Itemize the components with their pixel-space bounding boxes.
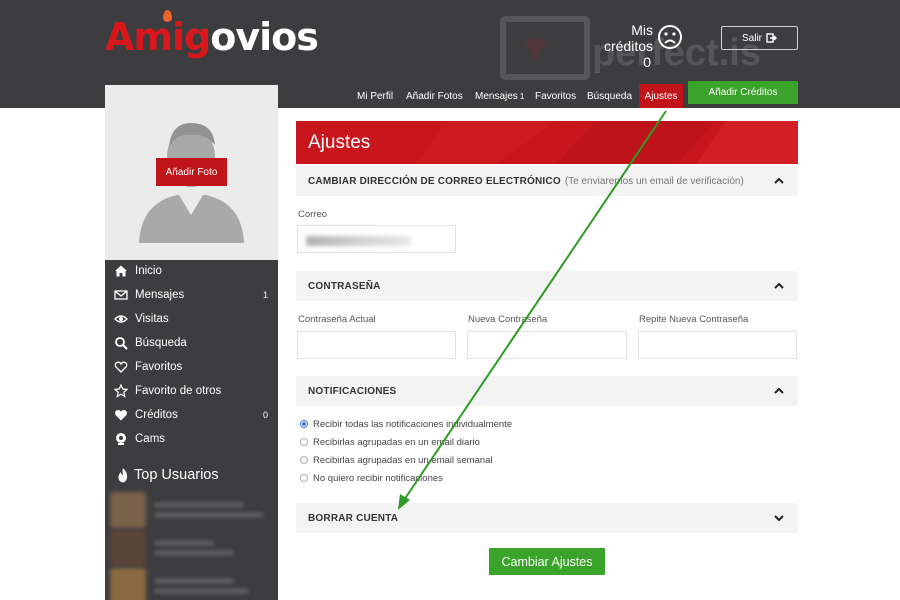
messages-count: 1 <box>262 290 268 300</box>
current-password-label: Contraseña Actual <box>298 314 376 325</box>
add-credits-button[interactable]: Añadir Créditos <box>688 81 798 104</box>
envelope-icon <box>114 290 128 300</box>
notification-option-weekly[interactable]: Recibirlas agrupadas en un email semanal <box>300 453 493 467</box>
nav-ajustes[interactable]: Ajustes <box>639 84 683 108</box>
top-user-item[interactable] <box>110 530 273 566</box>
top-user-item[interactable] <box>110 492 273 528</box>
current-password-field[interactable] <box>297 331 456 359</box>
notification-option-daily[interactable]: Recibirlas agrupadas en un email diario <box>300 435 480 449</box>
sidebar-item-mensajes[interactable]: Mensajes 1 <box>105 285 278 305</box>
top-user-item[interactable] <box>110 568 273 600</box>
banner-pattern <box>416 121 798 164</box>
page-banner: Ajustes <box>296 121 798 164</box>
avatar <box>110 568 146 600</box>
new-password-field[interactable] <box>467 331 627 359</box>
new-password-label: Nueva Contraseña <box>468 314 548 325</box>
sidebar-item-busqueda[interactable]: Búsqueda <box>105 333 278 353</box>
sidebar-item-creditos[interactable]: Créditos 0 <box>105 405 278 425</box>
nav-busqueda[interactable]: Búsqueda <box>587 90 632 104</box>
email-label: Correo <box>298 209 328 220</box>
email-field[interactable] <box>297 225 456 253</box>
save-settings-button[interactable]: Cambiar Ajustes <box>489 548 605 575</box>
chevron-up-icon <box>774 177 784 184</box>
sidebar-item-favoritos[interactable]: Favoritos <box>105 357 278 377</box>
search-icon <box>115 337 128 350</box>
top-users-heading: Top Usuarios <box>117 467 219 483</box>
webcam-icon <box>116 433 126 445</box>
sidebar-item-visitas[interactable]: Visitas <box>105 309 278 329</box>
chevron-down-icon <box>774 515 784 522</box>
heart-icon <box>115 410 127 421</box>
logout-icon <box>766 33 777 43</box>
eye-icon <box>114 315 128 323</box>
radio-button[interactable] <box>300 456 308 464</box>
home-icon <box>115 265 127 277</box>
delete-account-section-header[interactable]: BORRAR CUENTA <box>296 503 798 533</box>
page-title: Ajustes <box>308 132 371 153</box>
flame-icon <box>118 467 128 482</box>
avatar <box>110 530 146 566</box>
chevron-up-icon <box>774 387 784 394</box>
nav-anadir-fotos[interactable]: Añadir Fotos <box>406 90 463 104</box>
credits-display: Mis créditos 0 <box>579 22 653 70</box>
radio-button[interactable] <box>300 474 308 482</box>
heart-outline-icon <box>114 361 128 373</box>
nav-mensajes[interactable]: Mensajes 1 <box>475 90 524 104</box>
nav-mi-perfil[interactable]: Mi Perfil <box>357 90 393 104</box>
password-section-header[interactable]: CONTRASEÑA <box>296 271 798 301</box>
chevron-up-icon <box>774 282 784 289</box>
sidebar-item-inicio[interactable]: Inicio <box>105 261 278 281</box>
sidebar: Inicio Mensajes 1 Visitas Búsqueda Favor… <box>105 260 278 600</box>
radio-button[interactable] <box>300 438 308 446</box>
add-photo-button[interactable]: Añadir Foto <box>156 158 227 186</box>
credits-label: Mis créditos <box>603 22 653 54</box>
nav-favoritos[interactable]: Favoritos <box>535 90 576 104</box>
credits-value: 0 <box>643 54 651 70</box>
repeat-password-field[interactable] <box>638 331 797 359</box>
sad-face-icon <box>658 25 682 49</box>
logout-button[interactable]: Salir <box>721 26 798 50</box>
notification-option-none[interactable]: No quiero recibir notificaciones <box>300 471 443 485</box>
email-value-blurred <box>306 236 411 246</box>
credits-count: 0 <box>262 410 268 420</box>
sidebar-item-favorito-de-otros[interactable]: Favorito de otros <box>105 381 278 401</box>
flame-icon <box>163 10 172 22</box>
avatar <box>110 492 146 528</box>
sidebar-item-cams[interactable]: Cams <box>105 429 278 449</box>
star-icon <box>114 384 128 398</box>
repeat-password-label: Repite Nueva Contraseña <box>639 314 749 325</box>
radio-button[interactable] <box>300 420 308 428</box>
site-logo[interactable]: Amigovios <box>105 14 319 60</box>
email-section-header[interactable]: CAMBIAR DIRECCIÓN DE CORREO ELECTRÓNICO(… <box>296 166 798 196</box>
messages-badge: 1 <box>519 92 525 101</box>
notification-option-individual[interactable]: Recibir todas las notificaciones individ… <box>300 417 512 431</box>
notifications-section-header[interactable]: NOTIFICACIONES <box>296 376 798 406</box>
